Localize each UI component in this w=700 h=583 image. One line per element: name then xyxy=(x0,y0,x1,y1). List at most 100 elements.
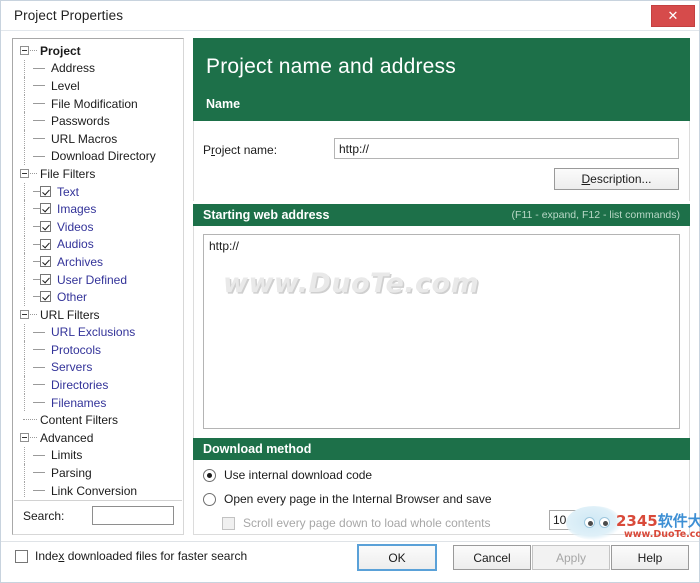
tree-item-label: URL Exclusions xyxy=(51,325,136,340)
index-downloaded-files-option[interactable]: Index downloaded files for faster search xyxy=(15,549,247,563)
tree-item-url-macros[interactable]: URL Macros xyxy=(13,129,183,148)
page-hero: Project name and address Name xyxy=(193,38,690,121)
tree-item-label: Audios xyxy=(57,237,94,252)
page-title: Project name and address xyxy=(206,55,456,78)
tree-connector xyxy=(33,120,45,122)
tree-item-file-modification[interactable]: File Modification xyxy=(13,94,183,113)
tree-item-download-directory[interactable]: Download Directory xyxy=(13,147,183,166)
settings-tree[interactable]: Project Address Level File Modification Pass… xyxy=(13,42,183,497)
tree-connector xyxy=(24,464,25,482)
tree-item-label: Text xyxy=(57,184,80,199)
download-method-header: Download method xyxy=(193,438,690,460)
tree-connector xyxy=(33,331,45,333)
tree-item-label: Directories xyxy=(51,378,109,393)
name-section: Project name: Description... xyxy=(193,121,690,201)
tree-expander-icon[interactable] xyxy=(20,169,29,179)
tree-item-passwords[interactable]: Passwords xyxy=(13,112,183,130)
tree-item-other[interactable]: Other xyxy=(13,288,183,306)
tree-checkbox-checked[interactable] xyxy=(40,291,51,303)
radio-icon-selected xyxy=(203,468,216,482)
tree-connector xyxy=(24,446,25,465)
ok-button[interactable]: OK xyxy=(357,544,437,571)
tree-item-label: Advanced xyxy=(40,430,94,445)
tree-connector xyxy=(33,296,40,298)
tree-item-label: Other xyxy=(57,290,88,305)
tree-item-label: File Modification xyxy=(51,96,138,111)
tree-checkbox-checked[interactable] xyxy=(40,238,51,250)
tree-item-file-filters[interactable]: File Filters xyxy=(13,165,183,183)
help-button[interactable]: Help xyxy=(611,545,689,570)
tree-connector xyxy=(24,94,25,113)
tree-item-protocols[interactable]: Protocols xyxy=(13,341,183,359)
tree-connector xyxy=(33,261,40,263)
tree-connector xyxy=(33,85,45,87)
tree-item-url-exclusions[interactable]: URL Exclusions xyxy=(13,323,183,342)
tree-item-text[interactable]: Text xyxy=(13,182,183,201)
tree-item-label: Filenames xyxy=(51,395,107,410)
tree-item-filenames[interactable]: Filenames xyxy=(13,393,183,412)
tree-connector xyxy=(30,173,37,175)
tree-connector xyxy=(33,384,45,386)
tree-expander-icon[interactable] xyxy=(20,309,29,319)
project-name-input[interactable] xyxy=(334,138,679,159)
tree-connector xyxy=(24,288,25,306)
tree-item-servers[interactable]: Servers xyxy=(13,358,183,377)
section-title: Starting web address xyxy=(203,208,330,222)
footer-divider xyxy=(1,541,699,542)
index-label: Index downloaded files for faster search xyxy=(35,549,248,563)
tree-checkbox-checked[interactable] xyxy=(40,256,51,268)
tree-connector xyxy=(24,376,25,394)
search-input[interactable] xyxy=(92,506,174,525)
tree-connector xyxy=(33,454,45,456)
tree-item-link-conversion[interactable]: Link Conversion xyxy=(13,481,183,497)
tree-checkbox-checked[interactable] xyxy=(40,273,51,285)
tree-connector xyxy=(30,50,37,51)
index-checkbox[interactable] xyxy=(15,549,28,563)
tree-item-label: Parsing xyxy=(51,466,92,481)
close-button[interactable]: ✕ xyxy=(651,5,695,27)
tree-expander-icon[interactable] xyxy=(20,433,29,443)
section-hint: (F11 - expand, F12 - list commands) xyxy=(511,209,680,221)
scroll-count-input[interactable] xyxy=(549,510,591,530)
tree-connector xyxy=(33,155,45,157)
url-textarea[interactable]: http:// xyxy=(203,234,680,429)
radio-open-in-internal-browser[interactable]: Open every page in the Internal Browser … xyxy=(203,492,492,506)
tree-item-user-defined[interactable]: User Defined xyxy=(13,270,183,289)
cancel-button[interactable]: Cancel xyxy=(453,545,531,570)
tree-connector xyxy=(23,419,37,421)
tree-item-address[interactable]: Address xyxy=(13,59,183,78)
tree-item-label: File Filters xyxy=(40,166,96,181)
tree-item-parsing[interactable]: Parsing xyxy=(13,464,183,482)
tree-checkbox-checked[interactable] xyxy=(40,220,51,232)
radio-use-internal-download-code[interactable]: Use internal download code xyxy=(203,468,372,482)
tree-connector xyxy=(30,313,37,315)
description-button[interactable]: Description... xyxy=(554,168,679,190)
tree-expander-icon[interactable] xyxy=(20,46,29,55)
tree-item-label: Address xyxy=(51,61,96,76)
tree-connector xyxy=(33,243,40,245)
tree-item-directories[interactable]: Directories xyxy=(13,376,183,394)
tree-connector xyxy=(33,489,45,491)
tree-item-images[interactable]: Images xyxy=(13,200,183,218)
tree-connector xyxy=(30,437,37,439)
tree-item-label: Content Filters xyxy=(40,413,119,428)
tree-item-archives[interactable]: Archives xyxy=(13,253,183,271)
tree-connector xyxy=(24,182,25,201)
window-title: Project Properties xyxy=(14,8,124,23)
tree-item-advanced[interactable]: Advanced xyxy=(13,429,183,447)
tree-connector xyxy=(24,341,25,359)
tree-item-url-filters[interactable]: URL Filters xyxy=(13,306,183,324)
tree-item-level[interactable]: Level xyxy=(13,77,183,95)
tree-item-audios[interactable]: Audios xyxy=(13,235,183,254)
tree-item-limits[interactable]: Limits xyxy=(13,446,183,465)
tree-item-project[interactable]: Project xyxy=(13,42,183,60)
close-icon: ✕ xyxy=(667,8,679,24)
tree-item-videos[interactable]: Videos xyxy=(13,217,183,236)
tree-checkbox-checked[interactable] xyxy=(40,185,51,197)
tree-item-label: URL Macros xyxy=(51,131,118,146)
tree-connector xyxy=(33,67,45,69)
tree-connector xyxy=(24,200,25,218)
tree-checkbox-checked[interactable] xyxy=(40,203,51,215)
tree-item-content-filters[interactable]: Content Filters xyxy=(13,411,183,429)
tree-connector xyxy=(33,366,45,368)
